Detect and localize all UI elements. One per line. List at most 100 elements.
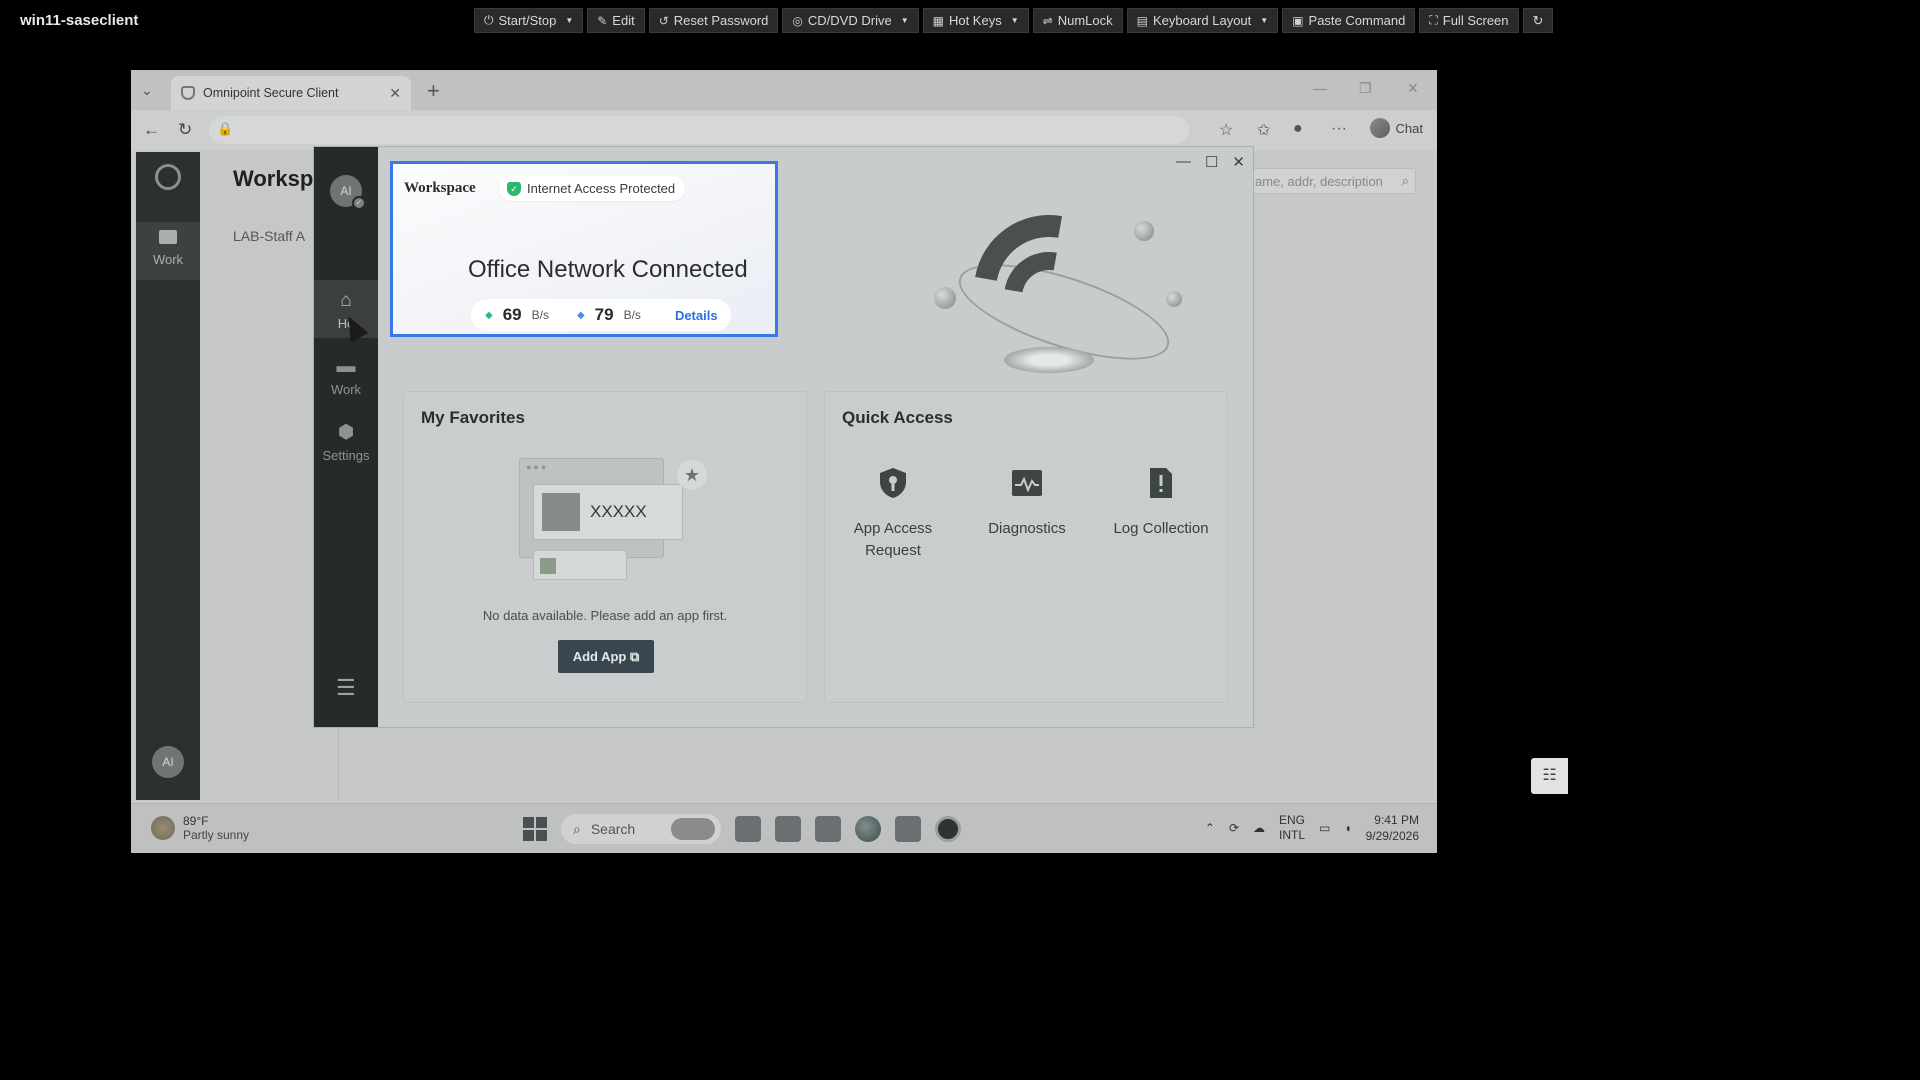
chevron-up-icon[interactable]: ⌃ [1205,821,1215,835]
client-nav-work[interactable]: ▬ Work [314,346,378,404]
chat-logo-icon [1369,118,1390,138]
throughput-stats: ◆ 69 B/s ◆ 79 B/s Details [471,299,731,331]
tab-list-chevron-icon[interactable]: ⌄ [141,82,153,99]
grid-icon: ▦ [932,13,944,28]
toolbar-button-label: Edit [612,13,635,28]
search-input[interactable]: ame, addr, description ⌕ [1246,168,1416,194]
more-icon[interactable]: ··· [1331,120,1347,138]
quick-access-app-access-request[interactable]: App Access Request [833,466,953,562]
edit-button[interactable]: ✎ Edit [587,8,645,33]
paste-command-button[interactable]: ▣ Paste Command [1282,8,1416,33]
keyboard-icon: ▤ [1136,13,1148,28]
task-view-icon[interactable] [735,816,761,842]
reset-icon: ↺ [658,13,669,28]
weather-widget[interactable]: 89°F Partly sunny [151,814,249,842]
browser-tab[interactable]: Omnipoint Secure Client ✕ [171,76,411,110]
console-title: win11-saseclient [20,12,139,29]
side-panel-icon[interactable]: ☷ [1531,758,1568,794]
monitor-icon: ▬ [336,356,356,377]
sync-icon[interactable]: ⟳ [1229,821,1239,835]
toolbar-button-label: Full Screen [1442,13,1509,28]
search-icon[interactable]: ⌕ [1402,173,1409,189]
rail-work-label: Work [152,252,184,267]
download-value: 79 [594,305,614,324]
status-badge-text: Internet Access Protected [527,181,676,196]
partly-sunny-icon [151,816,175,840]
quick-access-diagnostics[interactable]: Diagnostics [967,466,1087,540]
clock[interactable]: 9:41 PM 9/29/2026 [1366,812,1419,844]
app-left-rail: Work AI [136,152,200,800]
profile-icon[interactable]: ● [1293,120,1303,138]
maximize-icon[interactable]: ☐ [1205,153,1218,171]
new-tab-icon[interactable]: + [427,78,440,104]
client-nav-settings[interactable]: ⬢ Settings [314,411,378,469]
quick-access-log-collection[interactable]: Log Collection [1101,466,1221,540]
user-avatar[interactable]: AI ✓ [330,175,366,210]
reload-icon[interactable]: ↻ [178,120,192,140]
close-tab-icon[interactable]: ✕ [389,85,401,102]
reset-password-button[interactable]: ↺ Reset Password [648,8,779,33]
my-favorites-title: My Favorites [421,408,525,427]
chat-button[interactable]: Chat [1369,118,1423,138]
store-icon[interactable] [895,816,921,842]
pulse-icon [1012,470,1042,496]
hamburger-menu-icon[interactable]: ☰ [336,675,356,701]
secure-client-icon[interactable] [935,816,961,842]
volume-icon[interactable]: ◖ [1344,821,1351,835]
upload-arrow-icon: ◆ [485,309,493,321]
page-title: Workspa [233,166,326,191]
status-badge: ✓ Internet Access Protected [499,176,686,201]
quick-access-label: Log Collection [1113,520,1209,537]
start-stop-button[interactable]: ⏻ Start/Stop ▼ [474,8,584,33]
avatar[interactable]: AI [152,746,184,778]
add-app-button[interactable]: Add App ⧉ [558,640,654,673]
disc-icon: ◎ [792,13,803,28]
file-explorer-icon[interactable] [815,816,841,842]
full-screen-button[interactable]: ⛶ Full Screen [1419,8,1519,33]
teams-icon[interactable] [775,816,801,842]
orb [1134,221,1154,241]
close-icon[interactable]: ✕ [1232,153,1245,171]
edge-browser-icon[interactable] [855,816,881,842]
cd-dvd-drive-button[interactable]: ◎ CD/DVD Drive ▼ [782,8,919,33]
system-tray: ⌃ ⟳ ☁ ENG INTL ▭ ◖ 9:41 PM 9/29/2026 [1205,812,1419,844]
taskbar-search[interactable]: ⌕ Search [561,814,721,844]
url-field[interactable]: 🔒 [209,116,1189,144]
pencil-icon: ✎ [597,13,608,28]
language-indicator[interactable]: ENG INTL [1279,813,1305,843]
toolbar-button-label: Keyboard Layout [1152,13,1252,28]
remote-screen[interactable]: ⌄ Omnipoint Secure Client ✕ + — ❐ ✕ ← ↻ … [131,70,1437,853]
empty-state-message: No data available. Please add an app fir… [482,608,728,623]
swap-icon: ⇌ [1042,13,1053,28]
browser-addressbar: ← ↻ 🔒 ☆ ✩ ● ··· Chat [131,110,1437,150]
hot-keys-button[interactable]: ▦ Hot Keys ▼ [922,8,1029,33]
start-icon[interactable] [523,817,547,841]
log-icon [1150,468,1172,498]
weather-condition: Partly sunny [183,828,250,842]
download-unit: B/s [623,308,641,322]
numlock-button[interactable]: ⇌ NumLock [1032,8,1123,33]
minimize-icon[interactable]: — [1176,153,1191,171]
star-icon[interactable]: ☆ [1219,120,1233,140]
chat-label: Chat [1395,120,1423,136]
paste-icon: ▣ [1292,13,1304,28]
rail-nav-work[interactable]: Work [136,222,200,280]
search-highlight-icon [671,818,715,840]
taskbar-search-label: Search [590,821,636,837]
cloud-off-icon[interactable]: ☁ [1253,821,1265,835]
back-icon[interactable]: ← [143,120,160,140]
site-info-icon[interactable]: 🔒 [217,121,233,137]
minimize-icon[interactable]: — [1313,80,1327,96]
network-icon[interactable]: ▭ [1319,821,1330,835]
shield-key-icon [880,468,906,498]
refresh-button[interactable]: ↻ [1522,8,1554,33]
restore-icon[interactable]: ❐ [1359,80,1372,97]
lang-code: ENG [1279,813,1306,827]
home-icon: ⌂ [340,290,352,311]
user-avatar-initials: AI [340,184,352,198]
monitor-icon [159,230,177,244]
close-window-icon[interactable]: ✕ [1407,80,1419,97]
keyboard-layout-button[interactable]: ▤ Keyboard Layout ▼ [1126,8,1279,33]
favorites-icon[interactable]: ✩ [1257,120,1270,140]
details-link[interactable]: Details [675,308,718,323]
